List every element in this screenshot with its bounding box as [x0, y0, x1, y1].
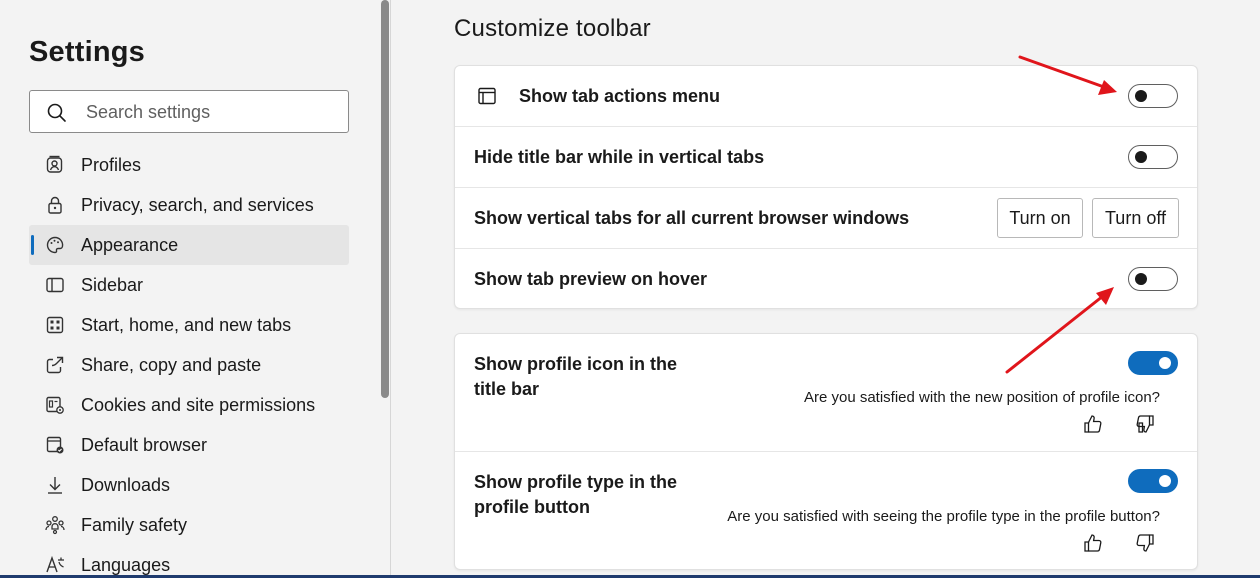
sidebar-title: Settings — [29, 36, 145, 68]
home-tabs-icon — [46, 316, 64, 334]
sidebar-item-sidebar[interactable]: Sidebar — [29, 265, 349, 305]
settings-nav: Profiles Privacy, search, and services A… — [29, 145, 349, 578]
tab-actions-icon — [478, 87, 496, 105]
search-icon — [47, 103, 66, 122]
family-icon — [45, 516, 65, 535]
sidebar-item-label: Appearance — [81, 234, 179, 255]
toggle-knob — [1159, 475, 1171, 487]
settings-sidebar: Settings Profiles Privacy, search, and s… — [0, 0, 378, 578]
hide-title-bar-toggle[interactable] — [1128, 145, 1178, 169]
sidebar-item-default-browser[interactable]: Default browser — [29, 425, 349, 465]
sidebar-item-start-home[interactable]: Start, home, and new tabs — [29, 305, 349, 345]
toggle-knob — [1135, 151, 1147, 163]
profile-icon-title-bar-toggle[interactable] — [1128, 351, 1178, 375]
sidebar-scrollbar-thumb[interactable] — [381, 0, 389, 398]
sidebar-item-label: Profiles — [81, 154, 142, 175]
profiles-icon — [46, 155, 63, 173]
row-profile-icon-title-bar: Show profile icon in the title bar Are y… — [455, 334, 1197, 452]
search-box[interactable] — [29, 90, 349, 133]
toggle-knob — [1135, 90, 1147, 102]
sidebar-item-label: Start, home, and new tabs — [81, 314, 292, 335]
sidebar-item-share[interactable]: Share, copy and paste — [29, 345, 349, 385]
toolbar-settings-card: Show tab actions menu Hide title bar whi… — [454, 65, 1198, 309]
download-icon — [48, 477, 62, 494]
profile-settings-card: Show profile icon in the title bar Are y… — [454, 333, 1198, 570]
sidebar-item-label: Cookies and site permissions — [81, 394, 316, 415]
sidebar-item-family-safety[interactable]: Family safety — [29, 505, 349, 545]
sidebar-item-downloads[interactable]: Downloads — [29, 465, 349, 505]
row-tab-preview-on-hover: Show tab preview on hover — [455, 249, 1197, 310]
search-input[interactable] — [86, 100, 336, 124]
row-label: Show profile icon in the title bar — [474, 354, 678, 399]
sidebar-item-languages[interactable]: Languages — [29, 545, 349, 578]
show-tab-actions-menu-toggle[interactable] — [1128, 84, 1178, 108]
lock-icon — [48, 196, 62, 214]
sidebar-item-label: Downloads — [81, 474, 171, 495]
toggle-knob — [1159, 357, 1171, 369]
sidebar-item-appearance[interactable]: Appearance — [29, 225, 349, 265]
feedback-question: Are you satisfied with the new position … — [803, 389, 1160, 406]
sidebar-item-cookies[interactable]: Cookies and site permissions — [29, 385, 349, 425]
thumbs-down-icon[interactable] — [1134, 413, 1156, 435]
sidebar-item-label: Family safety — [81, 514, 188, 535]
turn-off-button[interactable]: Turn off — [1092, 198, 1179, 238]
sidebar-icon — [46, 277, 64, 293]
sidebar-item-label: Privacy, search, and services — [81, 194, 314, 215]
toggle-knob — [1135, 273, 1147, 285]
share-icon — [46, 356, 64, 374]
sidebar-item-label: Languages — [81, 554, 171, 575]
row-label: Show vertical tabs for all current brows… — [474, 208, 910, 228]
default-browser-icon — [46, 436, 64, 454]
thumbs-up-icon[interactable] — [1082, 532, 1104, 554]
profile-type-button-toggle[interactable] — [1128, 469, 1178, 493]
section-title: Customize toolbar — [454, 15, 651, 42]
sidebar-item-label: Default browser — [81, 434, 208, 455]
sidebar-item-privacy[interactable]: Privacy, search, and services — [29, 185, 349, 225]
turn-on-button[interactable]: Turn on — [997, 198, 1083, 238]
pane-divider — [390, 0, 391, 578]
palette-icon — [46, 236, 64, 254]
languages-icon — [46, 555, 64, 573]
sidebar-item-profiles[interactable]: Profiles — [29, 145, 349, 185]
row-label: Show tab actions menu — [519, 86, 721, 106]
tab-preview-on-hover-toggle[interactable] — [1128, 267, 1178, 291]
sidebar-item-label: Share, copy and paste — [81, 354, 262, 375]
cookies-icon — [46, 396, 64, 414]
row-label: Show tab preview on hover — [474, 269, 708, 289]
thumbs-down-icon[interactable] — [1134, 532, 1156, 554]
row-show-tab-actions-menu: Show tab actions menu — [455, 66, 1197, 127]
row-vertical-tabs-all-windows: Show vertical tabs for all current brows… — [455, 188, 1197, 249]
thumbs-up-icon[interactable] — [1082, 413, 1104, 435]
row-label: Show profile type in the profile button — [474, 472, 678, 517]
feedback-question: Are you satisfied with seeing the profil… — [727, 508, 1160, 525]
row-label: Hide title bar while in vertical tabs — [474, 147, 765, 167]
row-profile-type-button: Show profile type in the profile button … — [455, 452, 1197, 571]
row-hide-title-bar: Hide title bar while in vertical tabs — [455, 127, 1197, 188]
sidebar-item-label: Sidebar — [81, 274, 144, 295]
